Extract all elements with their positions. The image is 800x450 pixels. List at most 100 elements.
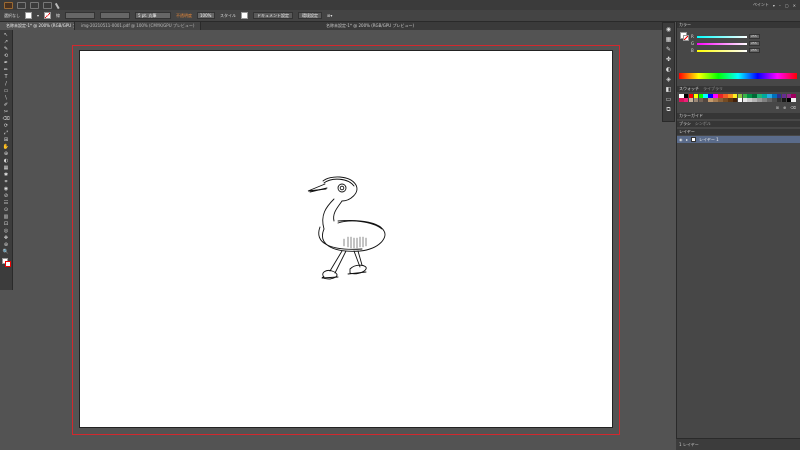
swatch-25[interactable] — [683, 98, 689, 103]
swatch-33[interactable] — [723, 98, 728, 103]
swatch-44[interactable] — [776, 98, 782, 103]
tool-11-icon[interactable]: ✂ — [2, 109, 11, 115]
tool-18-icon[interactable]: ◐ — [2, 158, 11, 164]
swatches-panel-icon[interactable]: ▦ — [665, 36, 673, 44]
toolbar-fill-stroke[interactable] — [1, 258, 11, 267]
tool-23-icon[interactable]: ⊘ — [2, 193, 11, 199]
color-guide-header[interactable]: カラーガイド — [677, 113, 800, 120]
tool-20-icon[interactable]: ✱ — [2, 172, 11, 178]
variable-width-field[interactable] — [100, 12, 131, 19]
swatch-43[interactable] — [771, 98, 777, 103]
tool-3-icon[interactable]: ⟲ — [2, 53, 11, 59]
tool-17-icon[interactable]: ⊕ — [2, 151, 11, 157]
swatch-38[interactable] — [747, 98, 753, 103]
tool-25-icon[interactable]: ⊙ — [2, 207, 11, 213]
swatch-45[interactable] — [781, 98, 787, 103]
swatch-40[interactable] — [757, 98, 762, 103]
stroke-weight-field[interactable] — [65, 12, 96, 19]
tool-0-icon[interactable]: ↖ — [2, 32, 11, 38]
swatches-tab[interactable]: スウォッチ — [679, 86, 699, 92]
tool-27-icon[interactable]: ⊡ — [2, 221, 11, 227]
minimize-icon[interactable]: – — [779, 3, 781, 8]
tool-12-icon[interactable]: ⌫ — [2, 116, 11, 122]
tool-13-icon[interactable]: ⟳ — [2, 123, 11, 129]
tool-31-icon[interactable]: 🔍 — [2, 249, 11, 255]
tool-28-icon[interactable]: ◎ — [2, 228, 11, 234]
swatch-delete-icon[interactable]: ⌫ — [790, 105, 796, 110]
swatch-36[interactable] — [737, 98, 743, 103]
swatch-32[interactable] — [718, 98, 723, 103]
appearance-panel-icon[interactable]: ◐ — [665, 66, 673, 74]
swatch-24[interactable] — [679, 98, 684, 103]
libraries-tab[interactable]: ライブラリ — [703, 86, 723, 92]
swatch-29[interactable] — [703, 98, 709, 103]
tool-22-icon[interactable]: ◉ — [2, 186, 11, 192]
fill-swatch[interactable] — [25, 12, 32, 19]
tool-30-icon[interactable]: ⊛ — [2, 242, 11, 248]
fill-chevron-icon[interactable]: ▾ — [37, 13, 39, 18]
layers-panel-header[interactable]: レイヤー — [677, 129, 800, 136]
bridge-icon[interactable] — [17, 1, 26, 9]
swatch-42[interactable] — [767, 98, 772, 103]
gradient-panel-icon[interactable]: ▭ — [665, 96, 673, 104]
slider-track-b[interactable] — [697, 49, 747, 52]
swatch-31[interactable] — [713, 98, 718, 103]
swatch-47[interactable] — [791, 98, 797, 103]
transparency-panel-icon[interactable]: ◧ — [665, 86, 673, 94]
swatch-library-icon[interactable]: ⊞ — [776, 105, 779, 110]
tool-5-icon[interactable]: ✏ — [2, 67, 11, 73]
style-swatch[interactable] — [241, 12, 249, 19]
brushes-panel-icon[interactable]: ✎ — [665, 46, 673, 54]
tool-15-icon[interactable]: ⊞ — [2, 137, 11, 143]
swatch-39[interactable] — [752, 98, 757, 103]
symbols-panel-icon[interactable]: ✤ — [665, 56, 673, 64]
color-spectrum[interactable] — [679, 73, 797, 79]
color-guide-tab[interactable]: カラーガイド — [679, 113, 703, 119]
tool-7-icon[interactable]: / — [2, 81, 11, 87]
graphic-styles-panel-icon[interactable]: ◈ — [665, 76, 673, 84]
stroke-swatch[interactable] — [44, 12, 52, 19]
tool-14-icon[interactable]: ⤢ — [2, 130, 11, 136]
preferences-button[interactable]: 環境設定 — [298, 12, 323, 19]
swatch-26[interactable] — [688, 98, 694, 103]
tool-21-icon[interactable]: ⌗ — [2, 179, 11, 185]
tool-26-icon[interactable]: ▥ — [2, 214, 11, 220]
bird-sketch[interactable] — [80, 51, 614, 429]
color-panel-icon[interactable]: ◉ — [665, 26, 673, 34]
swatch-30[interactable] — [708, 98, 713, 103]
artboard[interactable] — [79, 50, 613, 428]
layer-row[interactable]: ◉ ▸ レイヤー 1 — [677, 136, 800, 144]
opacity-label[interactable]: 不透明度 — [176, 13, 192, 19]
brush-definition-field[interactable]: 5 pt. 丸筆 — [135, 12, 172, 19]
document-setup-button[interactable]: ドキュメント設定 — [253, 12, 294, 19]
tool-9-icon[interactable]: \ — [2, 95, 11, 101]
tool-8-icon[interactable]: ▭ — [2, 88, 11, 94]
tool-1-icon[interactable]: ↗ — [2, 39, 11, 45]
workspace-switcher[interactable]: ペイント — [753, 2, 769, 8]
tab-document-2[interactable]: img-20210511-0001.pdf @ 100% (CMYK/GPU プ… — [75, 22, 202, 30]
maximize-icon[interactable]: ▢ — [785, 3, 789, 8]
swatch-34[interactable] — [727, 98, 733, 103]
brush-tab[interactable]: ブラシ — [679, 121, 691, 127]
swatch-new-icon[interactable]: ⊕ — [783, 105, 786, 110]
close-icon[interactable]: ✕ — [793, 3, 796, 8]
swatch-41[interactable] — [762, 98, 767, 103]
stock-icon[interactable] — [30, 1, 39, 9]
layer-name[interactable]: レイヤー 1 — [699, 137, 719, 143]
tab-document-1[interactable]: 名称未設定-1* @ 200% (RGB/GPU プレビュー) — [0, 22, 75, 30]
layers-panel-icon[interactable]: ⧉ — [665, 106, 673, 114]
slider-value-g[interactable]: 255 — [749, 41, 760, 46]
fill-stroke-indicator[interactable] — [680, 32, 689, 41]
tool-4-icon[interactable]: ✒ — [2, 60, 11, 66]
tool-2-icon[interactable]: ✎ — [2, 46, 11, 52]
tool-16-icon[interactable]: ✋ — [2, 144, 11, 150]
workspace-chevron-icon[interactable]: ▾ — [773, 3, 775, 8]
swatch-28[interactable] — [698, 98, 704, 103]
swatch-35[interactable] — [732, 98, 738, 103]
arrange-documents-icon[interactable] — [43, 1, 52, 9]
tool-6-icon[interactable]: T — [2, 74, 11, 80]
swatch-37[interactable] — [742, 98, 748, 103]
tool-24-icon[interactable]: ☷ — [2, 200, 11, 206]
swatch-27[interactable] — [693, 98, 699, 103]
slider-track-g[interactable] — [697, 42, 747, 45]
